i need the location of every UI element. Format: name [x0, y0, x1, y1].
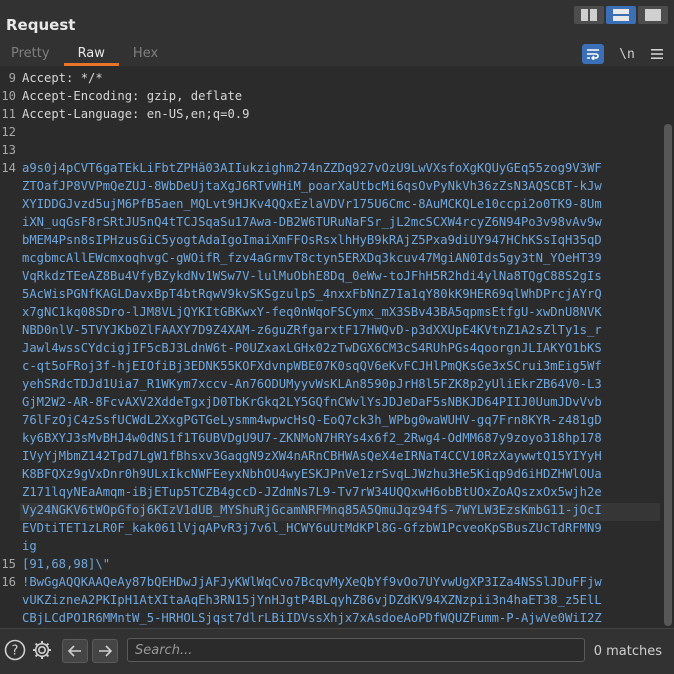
help-icon[interactable]: ?: [4, 639, 26, 661]
match-count: 0 matches: [593, 644, 662, 659]
body-text-line: Z171lqyNEaAmqm-iBjETup5TCZB4gccD-JZdmNs7…: [22, 485, 602, 499]
rows-icon: [613, 9, 629, 21]
search-bar: ? 0 matches: [0, 628, 674, 674]
body-text-line: yehSRdcTDJd1Uia7_R1WKym7xccv-An76ODUMyyv…: [22, 377, 602, 391]
settings-gear-icon[interactable]: [31, 639, 53, 661]
line-number: 14: [1, 161, 16, 175]
split-vertical-layout-button[interactable]: [606, 6, 636, 24]
svg-text:?: ?: [12, 644, 19, 659]
code-line: 13: [1, 143, 16, 157]
arrow-left-icon: [68, 645, 81, 657]
single-pane-layout-button[interactable]: [638, 6, 668, 24]
body-text-line: K8BFQXz9gVxDnr0h9ULxIkcNWFEeyxNbhOU4wyES…: [22, 467, 602, 481]
panel-title: Request: [6, 16, 76, 34]
next-match-button[interactable]: [92, 639, 118, 663]
body-text-line: mcgbmcAllEWcmxoqhvgC-gWOifR_fzv4aGrmvT8c…: [22, 251, 602, 265]
body-text-line: EVDtiTET1zLR0F_kak061lVjqAPvR3j7v6l_HCWY…: [22, 521, 602, 535]
menu-icon[interactable]: [644, 44, 670, 64]
vertical-scrollbar[interactable]: [664, 124, 672, 626]
body-text-line: GjM2W2-AR-8FcvAXV2XddeTgxjD0TbKrGkq2LY5G…: [22, 395, 602, 409]
word-wrap-toggle[interactable]: [582, 44, 604, 64]
tab-hex[interactable]: Hex: [119, 42, 172, 66]
editor-tools: \n: [582, 42, 674, 66]
body-text-line: c-qt5oFRoj3f-hjEIOfiBj3EDNK55KOFXdvnpWBE…: [22, 359, 602, 373]
body-text-line: XYIDDGJvzd5ujM6PfB5aen_MQLvt9HJKv4QQxEzl…: [22, 197, 602, 211]
body-text-line: [91,68,98]\": [22, 557, 111, 571]
previous-match-button[interactable]: [62, 639, 88, 663]
wrap-icon: [587, 49, 599, 60]
body-text-line: Jawl4wssCYdcigjIF5cBJ3LdnW6t-P0UZxaxLGHx…: [22, 341, 602, 355]
body-text-line: NBD0nlV-5TVYJKb0ZlFAAXY7D9Z4XAM-z6guZRfg…: [22, 323, 602, 337]
body-text-line: x7gNC1kq08SDro-lJM8VLjQYKItGBKwxY-feq0nW…: [22, 305, 602, 319]
split-horizontal-layout-button[interactable]: [574, 6, 604, 24]
tab-raw[interactable]: Raw: [63, 42, 120, 66]
body-text-line: ig: [22, 539, 37, 553]
body-text-line: 5AcWisPGNfKAGLDavxBpT4btRqwV9kvSKSgzulpS…: [22, 287, 602, 301]
body-text-line: VqRkdzTEeAZ8Bu4VfyBZykdNv1WSw7V-lulMuObh…: [22, 269, 602, 283]
line-number: 15: [1, 557, 16, 571]
arrow-right-icon: [99, 645, 112, 657]
show-newlines-toggle[interactable]: \n: [614, 44, 640, 64]
body-text-line: vUKZizneA2PKIpH1AtXItaAqEh3RN15jYnHJgtP4…: [22, 593, 602, 607]
body-text-line: ZTOafJP8VVPmQeZUJ-8WbDeUjtaXgJ6RTvWHiM_p…: [22, 179, 602, 193]
body-text-line: ky6BXYJ3sMvBHJ4w0dNS1f1T6UBVDgU9U7-ZKNMo…: [22, 431, 602, 445]
columns-icon: [581, 9, 597, 21]
line-number: 16: [1, 575, 16, 589]
code-line: 12: [1, 125, 16, 139]
request-panel-header: Request Pretty Raw Hex \n: [0, 0, 674, 66]
body-text-line: iXN_uqGsF8rSRtJU5nQ4tTCJSqaSu17Awa-DB2W6…: [22, 215, 602, 229]
body-text-line: IVyYjMbmZ142Tpd7LgW1fBhsxv3GaqgN9zXW4nAR…: [22, 449, 602, 463]
body-text-line: a9s0j4pCVT6gaTEkLiFbtZPHä03AIIukzighm274…: [22, 161, 602, 175]
code-line: 10 Accept-Encoding: gzip, deflate: [1, 89, 243, 103]
search-input[interactable]: [127, 638, 585, 662]
body-text-line: Vy24NGKV6tWOpGfoj6KIzV1dUB_MYShuRjGcamNR…: [22, 503, 602, 517]
body-text-line: 76lFzOjC4zSsfUCWdL2XxgPGTGeLysmm4wpwcHsQ…: [22, 413, 602, 427]
single-pane-icon: [645, 9, 661, 21]
raw-request-editor[interactable]: 9 Accept: */* 10 Accept-Encoding: gzip, de…: [0, 66, 674, 628]
body-text-line: bMEM4Psn8sIPHzusGiC5yogtAdaIgoImaiXmFFOs…: [22, 233, 602, 247]
scrollbar-thumb[interactable]: [664, 124, 672, 626]
layout-toggle-group: [574, 6, 670, 24]
tab-pretty[interactable]: Pretty: [0, 42, 64, 66]
code-line: 9 Accept: */*: [8, 71, 103, 85]
body-text-line: !BwGgAQQKAAQeAy87bQEHDwJjAFJyKWlWqCvo7Bc…: [22, 575, 602, 589]
view-tabs: Pretty Raw Hex: [0, 42, 172, 66]
body-text-line: CBjLCdPO1R6MMntW_5-HRHOLSjqst7dlrLBiIDVs…: [22, 611, 602, 625]
code-line: 11 Accept-Language: en-US,en;q=0.9: [1, 107, 250, 121]
